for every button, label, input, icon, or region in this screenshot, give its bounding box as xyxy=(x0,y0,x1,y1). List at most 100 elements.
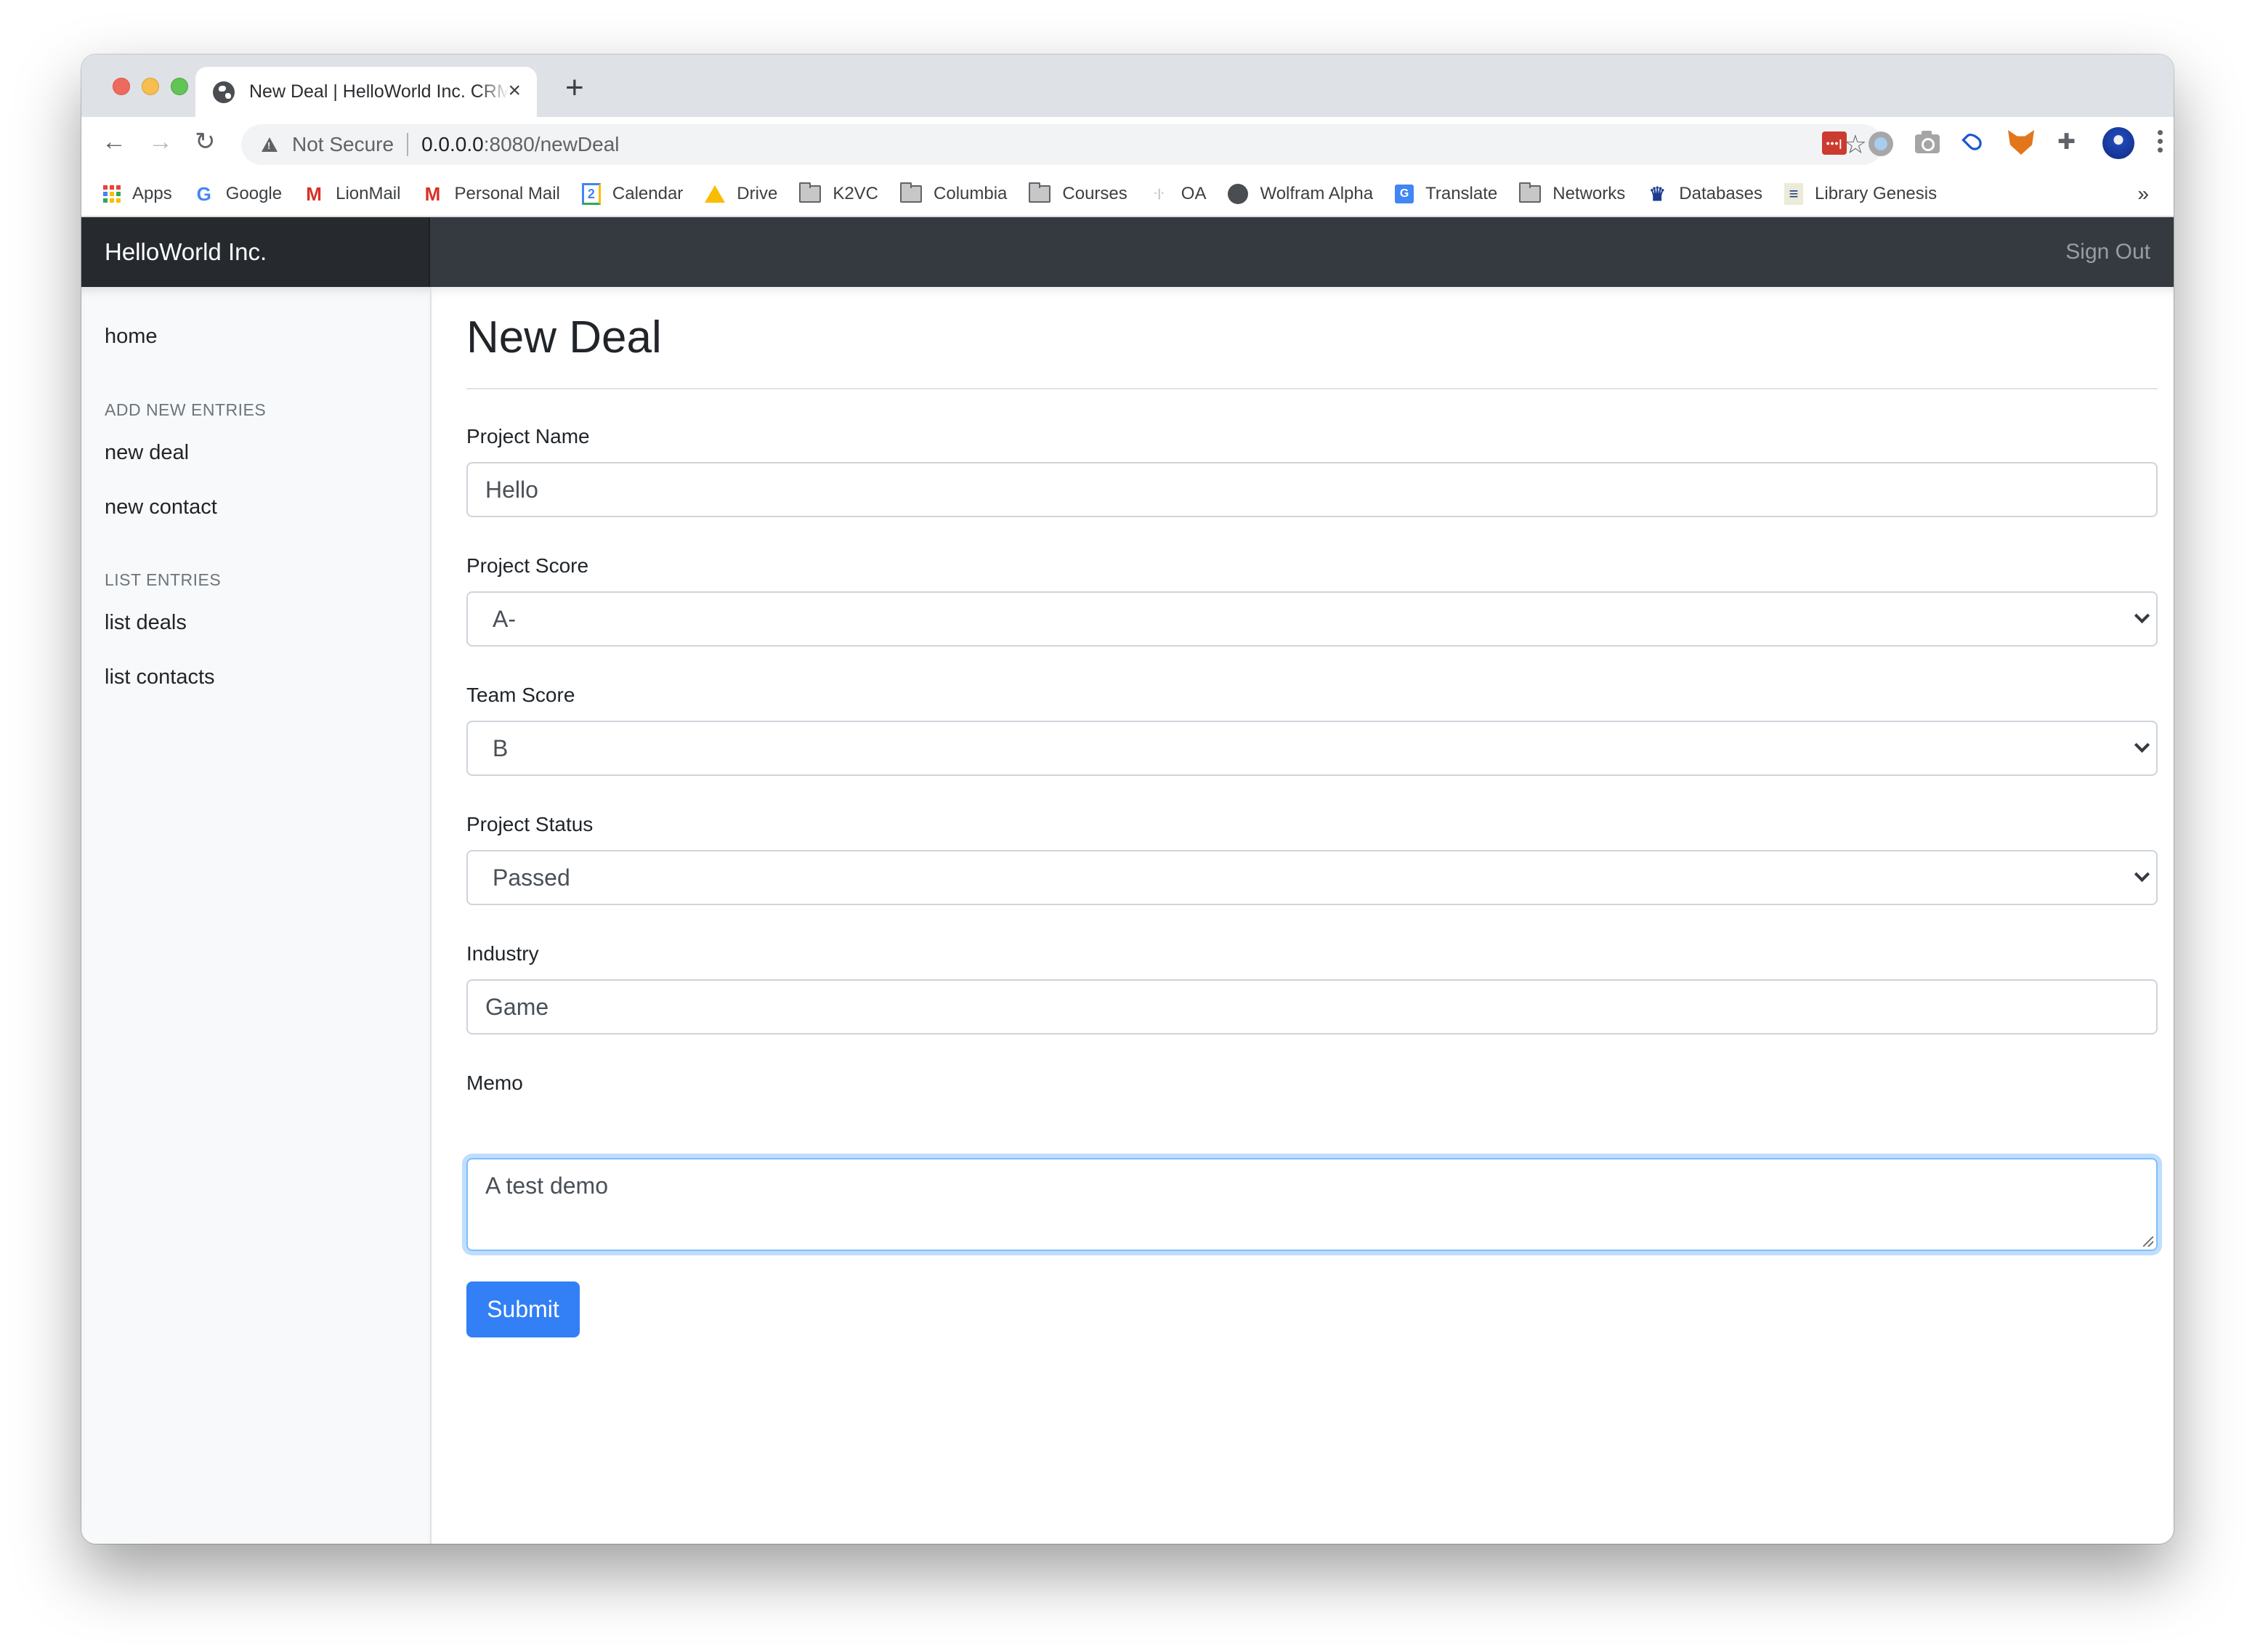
bookmark-label: Personal Mail xyxy=(454,184,560,203)
bookmark-courses[interactable]: Courses xyxy=(1029,182,1128,204)
industry-input[interactable]: Game xyxy=(466,979,2158,1034)
bookmark-label: Library Genesis xyxy=(1815,184,1938,203)
bookmark-label: Google xyxy=(225,184,283,203)
new-tab-button[interactable]: + xyxy=(565,72,584,104)
bookmark-label: Translate xyxy=(1425,184,1498,203)
project-name-input[interactable]: Hello xyxy=(466,462,2158,517)
tab-new-deal[interactable]: New Deal | HelloWorld Inc. CRM × xyxy=(195,67,537,117)
project-status-select[interactable]: Passed xyxy=(466,850,2158,905)
tab-title: New Deal | HelloWorld Inc. CRM xyxy=(249,81,509,102)
close-tab-icon[interactable]: × xyxy=(508,80,521,102)
bookmark-apps[interactable]: Apps xyxy=(103,184,172,204)
profile-avatar[interactable] xyxy=(2102,127,2134,159)
bookmark-label: Courses xyxy=(1062,184,1128,203)
bookmark-label: OA xyxy=(1181,184,1207,203)
address-bar[interactable]: Not Secure 0.0.0.0 :8080/newDeal ☆ xyxy=(241,124,1883,165)
url-host: 0.0.0.0 xyxy=(421,133,484,155)
team-score-value: B xyxy=(493,735,509,761)
folder-icon xyxy=(799,182,822,203)
sidebar-heading-add-new-entries: ADD NEW ENTRIES xyxy=(105,400,267,419)
bookmark-networks[interactable]: Networks xyxy=(1519,182,1626,204)
bookmark-lionmail[interactable]: M LionMail xyxy=(304,182,401,205)
reload-button[interactable]: ↻ xyxy=(195,127,216,156)
sidebar-item-new-contact[interactable]: new contact xyxy=(105,495,217,519)
dots-icon: ·|· xyxy=(1154,187,1165,200)
metamask-icon[interactable] xyxy=(2008,130,2034,155)
memo-textarea[interactable]: A test demo xyxy=(466,1158,2158,1251)
globe-icon xyxy=(213,81,235,103)
gmail-icon: M xyxy=(306,182,322,205)
bookmarks-overflow-button[interactable]: » xyxy=(2137,182,2149,206)
project-score-select[interactable]: A- xyxy=(466,591,2158,647)
bookmark-personal-mail[interactable]: M Personal Mail xyxy=(422,182,560,205)
sign-out-link[interactable]: Sign Out xyxy=(2065,217,2150,287)
back-button[interactable]: ← xyxy=(102,127,126,156)
warning-icon[interactable] xyxy=(262,137,278,152)
bookmarks-bar: Apps G Google M LionMail M Personal Mail… xyxy=(81,172,2174,217)
industry-label: Industry xyxy=(466,942,539,965)
project-score-label: Project Score xyxy=(466,554,589,577)
team-score-select[interactable]: B xyxy=(466,721,2158,776)
bookmark-library-genesis[interactable]: ≡ Library Genesis xyxy=(1784,183,1937,205)
chevron-down-icon xyxy=(2134,869,2149,883)
sidebar-heading-list-entries: LIST ENTRIES xyxy=(105,570,222,589)
sidebar: home ADD NEW ENTRIES new deal new contac… xyxy=(81,287,432,1544)
sidebar-item-new-deal[interactable]: new deal xyxy=(105,441,189,465)
browser-toolbar: ← → ↻ Not Secure 0.0.0.0 :8080/newDeal ☆… xyxy=(81,117,2174,172)
bookmark-databases[interactable]: ♛ Databases xyxy=(1647,183,1762,205)
bookmark-drive[interactable]: Drive xyxy=(705,184,777,204)
sidebar-item-list-contacts[interactable]: list contacts xyxy=(105,665,215,689)
bookmark-label: Apps xyxy=(132,184,172,203)
bookmark-columbia[interactable]: Columbia xyxy=(900,182,1008,204)
bookmark-label: Columbia xyxy=(934,184,1008,203)
main-content: New Deal Project Name Hello Project Scor… xyxy=(432,287,2174,1544)
security-indicator[interactable]: Not Secure xyxy=(292,133,394,156)
submit-button[interactable]: Submit xyxy=(466,1281,580,1337)
bookmark-label: Networks xyxy=(1552,184,1626,203)
bookmark-star-icon[interactable]: ☆ xyxy=(1844,130,1867,159)
gmail-icon: M xyxy=(424,182,441,205)
circle-extension-icon[interactable] xyxy=(1869,131,1893,156)
sidebar-item-home[interactable]: home xyxy=(105,325,158,349)
bookmark-label: Drive xyxy=(737,184,778,203)
apps-grid-icon xyxy=(103,185,121,203)
sidebar-item-list-deals[interactable]: list deals xyxy=(105,611,187,635)
minimize-window-button[interactable] xyxy=(142,78,159,95)
url-path: :8080/newDeal xyxy=(483,133,620,155)
screenshot-icon[interactable] xyxy=(1915,131,1940,153)
menu-kebab-icon[interactable] xyxy=(2158,130,2163,156)
chevron-down-icon xyxy=(2134,740,2149,754)
forward-button[interactable]: → xyxy=(148,127,173,156)
page-title: New Deal xyxy=(466,312,662,363)
close-window-button[interactable] xyxy=(113,78,130,95)
translate-icon: G xyxy=(1395,185,1414,203)
project-score-value: A- xyxy=(493,606,516,632)
bookmark-oa[interactable]: ·|· OA xyxy=(1149,184,1207,204)
folder-icon xyxy=(900,182,923,203)
app-navbar: HelloWorld Inc. Sign Out xyxy=(81,217,2174,287)
bookmark-label: Calendar xyxy=(612,184,684,203)
resize-handle[interactable] xyxy=(2143,1236,2153,1247)
extensions-puzzle-icon[interactable]: ✚ xyxy=(2057,131,2079,153)
folder-icon xyxy=(1029,182,1051,203)
memo-label: Memo xyxy=(466,1072,523,1094)
project-name-label: Project Name xyxy=(466,425,590,448)
bookmark-google[interactable]: G Google xyxy=(194,182,283,205)
bookmark-calendar[interactable]: 2 Calendar xyxy=(581,183,684,205)
calendar-icon: 2 xyxy=(581,183,601,205)
drive-icon xyxy=(705,185,726,203)
google-icon: G xyxy=(196,182,211,205)
browser-window: New Deal | HelloWorld Inc. CRM × + ← → ↻… xyxy=(81,54,2174,1544)
bookmark-k2vc[interactable]: K2VC xyxy=(799,182,878,204)
bookmark-translate[interactable]: G Translate xyxy=(1395,184,1497,204)
folder-icon xyxy=(1519,182,1542,203)
raindrop-icon[interactable] xyxy=(1962,130,1985,153)
lastpass-icon[interactable]: •••| xyxy=(1822,131,1847,155)
bookmark-wolfram-alpha[interactable]: Wolfram Alpha xyxy=(1228,184,1373,204)
bookmark-label: LionMail xyxy=(336,184,401,203)
brand-link[interactable]: HelloWorld Inc. xyxy=(81,217,430,287)
title-divider xyxy=(466,388,2158,389)
chevron-down-icon xyxy=(2134,610,2149,625)
maximize-window-button[interactable] xyxy=(171,78,188,95)
tab-strip: New Deal | HelloWorld Inc. CRM × + xyxy=(81,54,2174,117)
